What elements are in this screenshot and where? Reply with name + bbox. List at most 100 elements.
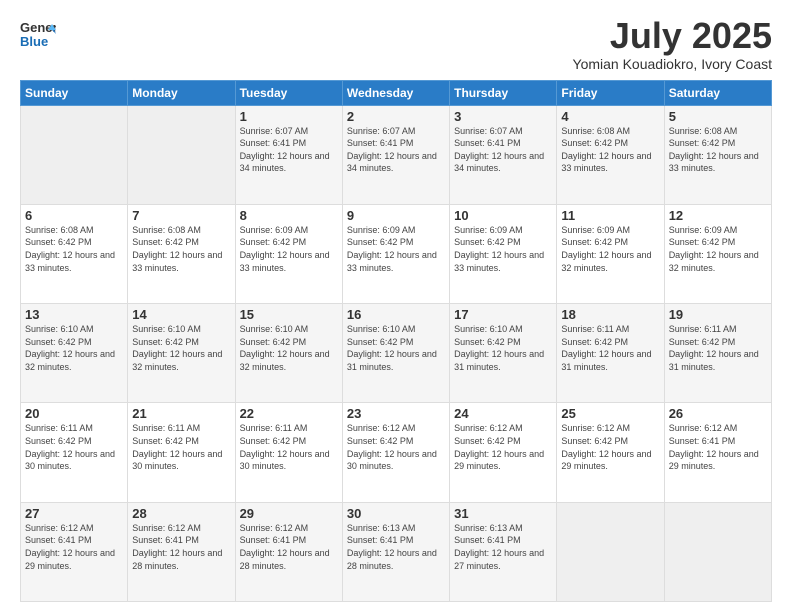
calendar-cell: 7Sunrise: 6:08 AM Sunset: 6:42 PM Daylig… xyxy=(128,204,235,303)
calendar-cell: 12Sunrise: 6:09 AM Sunset: 6:42 PM Dayli… xyxy=(664,204,771,303)
day-number: 14 xyxy=(132,307,230,322)
day-number: 19 xyxy=(669,307,767,322)
day-info: Sunrise: 6:12 AM Sunset: 6:41 PM Dayligh… xyxy=(25,522,123,572)
weekday-header-saturday: Saturday xyxy=(664,80,771,105)
day-info: Sunrise: 6:11 AM Sunset: 6:42 PM Dayligh… xyxy=(240,422,338,472)
calendar-cell: 9Sunrise: 6:09 AM Sunset: 6:42 PM Daylig… xyxy=(342,204,449,303)
day-info: Sunrise: 6:07 AM Sunset: 6:41 PM Dayligh… xyxy=(240,125,338,175)
weekday-header-monday: Monday xyxy=(128,80,235,105)
weekday-header-tuesday: Tuesday xyxy=(235,80,342,105)
calendar-week-row: 13 Sunrise: 6:10 AM Sunset: 6:42 PM Dayli… xyxy=(21,304,772,403)
logo-icon: General Blue xyxy=(20,16,56,57)
calendar-cell: 24Sunrise: 6:12 AM Sunset: 6:42 PM Dayli… xyxy=(450,403,557,502)
calendar-cell: 5Sunrise: 6:08 AM Sunset: 6:42 PM Daylig… xyxy=(664,105,771,204)
day-number: 17 xyxy=(454,307,552,322)
day-number: 18 xyxy=(561,307,659,322)
day-info: Sunrise: 6:12 AM Sunset: 6:41 PM Dayligh… xyxy=(240,522,338,572)
calendar-cell: 17Sunrise: 6:10 AM Sunset: 6:42 PM Dayli… xyxy=(450,304,557,403)
day-number: 22 xyxy=(240,406,338,421)
day-info: Sunrise: 6:09 AM Sunset: 6:42 PM Dayligh… xyxy=(454,224,552,274)
day-info: Sunrise: 6:07 AM Sunset: 6:41 PM Dayligh… xyxy=(454,125,552,175)
day-number: 31 xyxy=(454,506,552,521)
calendar-cell: 19Sunrise: 6:11 AM Sunset: 6:42 PM Dayli… xyxy=(664,304,771,403)
svg-text:Blue: Blue xyxy=(20,34,48,49)
day-number: 4 xyxy=(561,109,659,124)
day-info: Sunrise: 6:10 AM Sunset: 6:42 PM Dayligh… xyxy=(454,323,552,373)
day-info: Sunrise: 6:12 AM Sunset: 6:41 PM Dayligh… xyxy=(669,422,767,472)
calendar-cell: 31Sunrise: 6:13 AM Sunset: 6:41 PM Dayli… xyxy=(450,502,557,601)
day-info: Sunrise: 6:11 AM Sunset: 6:42 PM Dayligh… xyxy=(561,323,659,373)
day-number: 27 xyxy=(25,506,123,521)
calendar-week-row: 1Sunrise: 6:07 AM Sunset: 6:41 PM Daylig… xyxy=(21,105,772,204)
day-number: 8 xyxy=(240,208,338,223)
calendar-cell xyxy=(128,105,235,204)
day-info: Sunrise: 6:09 AM Sunset: 6:42 PM Dayligh… xyxy=(561,224,659,274)
calendar-cell: 26Sunrise: 6:12 AM Sunset: 6:41 PM Dayli… xyxy=(664,403,771,502)
day-number: 10 xyxy=(454,208,552,223)
day-info: Sunrise: 6:12 AM Sunset: 6:41 PM Dayligh… xyxy=(132,522,230,572)
day-number: 28 xyxy=(132,506,230,521)
weekday-header-wednesday: Wednesday xyxy=(342,80,449,105)
day-number: 9 xyxy=(347,208,445,223)
day-info: Sunrise: 6:11 AM Sunset: 6:42 PM Dayligh… xyxy=(669,323,767,373)
day-number: 7 xyxy=(132,208,230,223)
day-info: Sunrise: 6:11 AM Sunset: 6:42 PM Dayligh… xyxy=(132,422,230,472)
day-number: 21 xyxy=(132,406,230,421)
title-block: July 2025 Yomian Kouadiokro, Ivory Coast xyxy=(573,16,772,72)
day-info: Sunrise: 6:13 AM Sunset: 6:41 PM Dayligh… xyxy=(454,522,552,572)
day-info: Sunrise: 6:08 AM Sunset: 6:42 PM Dayligh… xyxy=(132,224,230,274)
day-info: Sunrise: 6:10 AM Sunset: 6:42 PM Dayligh… xyxy=(240,323,338,373)
day-info: Sunrise: 6:12 AM Sunset: 6:42 PM Dayligh… xyxy=(454,422,552,472)
header: General Blue July 2025 Yomian Kouadiokro… xyxy=(20,16,772,72)
day-number: 24 xyxy=(454,406,552,421)
month-title: July 2025 xyxy=(573,16,772,56)
calendar-cell: 13Sunrise: 6:10 AM Sunset: 6:42 PM Dayli… xyxy=(21,304,128,403)
calendar-cell: 25Sunrise: 6:12 AM Sunset: 6:42 PM Dayli… xyxy=(557,403,664,502)
weekday-header-sunday: Sunday xyxy=(21,80,128,105)
calendar-week-row: 6Sunrise: 6:08 AM Sunset: 6:42 PM Daylig… xyxy=(21,204,772,303)
day-info: Sunrise: 6:11 AM Sunset: 6:42 PM Dayligh… xyxy=(25,422,123,472)
calendar-cell: 22Sunrise: 6:11 AM Sunset: 6:42 PM Dayli… xyxy=(235,403,342,502)
calendar-cell xyxy=(21,105,128,204)
calendar-cell: 28Sunrise: 6:12 AM Sunset: 6:41 PM Dayli… xyxy=(128,502,235,601)
day-info: Sunrise: 6:09 AM Sunset: 6:42 PM Dayligh… xyxy=(669,224,767,274)
day-number: 6 xyxy=(25,208,123,223)
day-info: Sunrise: 6:08 AM Sunset: 6:42 PM Dayligh… xyxy=(561,125,659,175)
weekday-header-thursday: Thursday xyxy=(450,80,557,105)
calendar-cell: 4Sunrise: 6:08 AM Sunset: 6:42 PM Daylig… xyxy=(557,105,664,204)
day-number: 26 xyxy=(669,406,767,421)
calendar-week-row: 20Sunrise: 6:11 AM Sunset: 6:42 PM Dayli… xyxy=(21,403,772,502)
calendar-cell: 29Sunrise: 6:12 AM Sunset: 6:41 PM Dayli… xyxy=(235,502,342,601)
day-number: 16 xyxy=(347,307,445,322)
calendar-cell: 6Sunrise: 6:08 AM Sunset: 6:42 PM Daylig… xyxy=(21,204,128,303)
logo: General Blue xyxy=(20,16,56,57)
day-number: 1 xyxy=(240,109,338,124)
day-info: Sunrise: 6:13 AM Sunset: 6:41 PM Dayligh… xyxy=(347,522,445,572)
calendar-cell: 2Sunrise: 6:07 AM Sunset: 6:41 PM Daylig… xyxy=(342,105,449,204)
day-number: 23 xyxy=(347,406,445,421)
day-number: 11 xyxy=(561,208,659,223)
day-number: 13 xyxy=(25,307,123,322)
day-info: Sunrise: 6:12 AM Sunset: 6:42 PM Dayligh… xyxy=(347,422,445,472)
calendar-cell: 14Sunrise: 6:10 AM Sunset: 6:42 PM Dayli… xyxy=(128,304,235,403)
calendar-cell: 27Sunrise: 6:12 AM Sunset: 6:41 PM Dayli… xyxy=(21,502,128,601)
day-number: 5 xyxy=(669,109,767,124)
day-info: Sunrise: 6:12 AM Sunset: 6:42 PM Dayligh… xyxy=(561,422,659,472)
day-info: Sunrise: 6:08 AM Sunset: 6:42 PM Dayligh… xyxy=(669,125,767,175)
day-info: Sunrise: 6:08 AM Sunset: 6:42 PM Dayligh… xyxy=(25,224,123,274)
calendar-cell: 20Sunrise: 6:11 AM Sunset: 6:42 PM Dayli… xyxy=(21,403,128,502)
calendar-cell: 18Sunrise: 6:11 AM Sunset: 6:42 PM Dayli… xyxy=(557,304,664,403)
calendar-cell: 3Sunrise: 6:07 AM Sunset: 6:41 PM Daylig… xyxy=(450,105,557,204)
day-info: Sunrise: 6:10 AM Sunset: 6:42 PM Dayligh… xyxy=(347,323,445,373)
calendar-cell: 11Sunrise: 6:09 AM Sunset: 6:42 PM Dayli… xyxy=(557,204,664,303)
day-info: Sunrise: 6:09 AM Sunset: 6:42 PM Dayligh… xyxy=(240,224,338,274)
day-number: 30 xyxy=(347,506,445,521)
weekday-header-row: SundayMondayTuesdayWednesdayThursdayFrid… xyxy=(21,80,772,105)
day-number: 3 xyxy=(454,109,552,124)
calendar-cell: 10Sunrise: 6:09 AM Sunset: 6:42 PM Dayli… xyxy=(450,204,557,303)
day-info: Sunrise: 6:07 AM Sunset: 6:41 PM Dayligh… xyxy=(347,125,445,175)
calendar-cell: 30Sunrise: 6:13 AM Sunset: 6:41 PM Dayli… xyxy=(342,502,449,601)
day-number: 20 xyxy=(25,406,123,421)
calendar-cell: 16Sunrise: 6:10 AM Sunset: 6:42 PM Dayli… xyxy=(342,304,449,403)
calendar-cell xyxy=(557,502,664,601)
